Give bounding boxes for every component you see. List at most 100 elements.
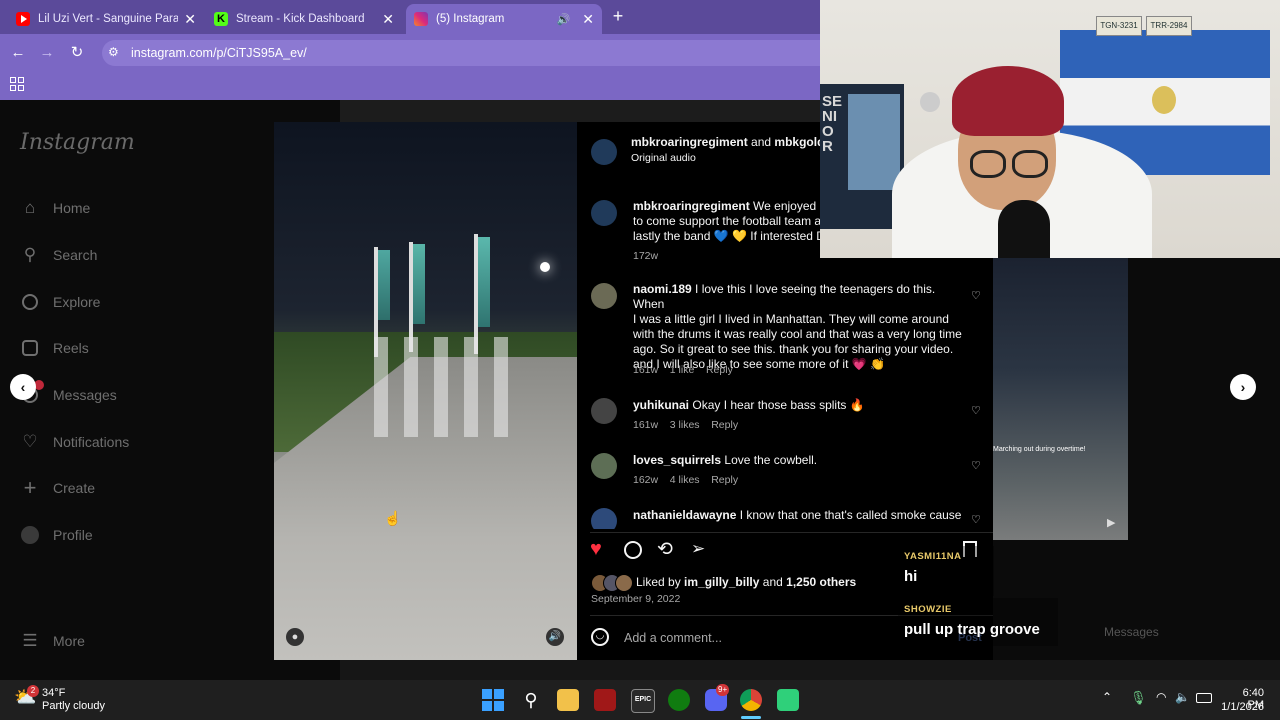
avatar[interactable] [591, 508, 617, 529]
back-arrow-icon[interactable]: ← [9, 44, 27, 62]
comment-text: ago. So it great to see this. thank you … [633, 342, 954, 356]
comment-text: Love the cowbell. [724, 453, 818, 467]
comment-input[interactable]: Add a comment... [624, 631, 722, 645]
reply-button[interactable]: Reply [711, 474, 738, 486]
comment-likes[interactable]: 4 likes [670, 474, 700, 486]
caption: mbkroaringregiment We enjoyed ev to come… [633, 199, 823, 244]
like-comment-icon[interactable]: ♡ [971, 459, 981, 472]
instagram-logo[interactable]: Instagram [20, 130, 135, 155]
comment-author[interactable]: loves_squirrels [633, 453, 721, 467]
liked-by-user[interactable]: im_gilly_billy [684, 575, 759, 589]
liked-by-prefix: Liked by [636, 575, 681, 589]
close-tab-icon[interactable]: ✕ [382, 11, 394, 28]
wifi-icon[interactable]: ◠ [1156, 690, 1166, 704]
more-label: More [53, 633, 85, 649]
tab-youtube[interactable]: Lil Uzi Vert - Sanguine Paradise ✕ [8, 4, 204, 34]
avatar[interactable] [591, 453, 617, 479]
like-comment-icon[interactable]: ♡ [971, 289, 981, 302]
avatar-icon [20, 525, 40, 545]
sidebar-item-search[interactable]: ⚲ Search [20, 243, 98, 267]
sidebar-item-label: Messages [53, 387, 117, 403]
sidebar-item-label: Create [53, 480, 96, 496]
avatar[interactable] [591, 200, 617, 226]
chevron-up-icon[interactable]: ⌃ [1102, 690, 1112, 704]
comment-likes[interactable]: 3 likes [670, 419, 700, 431]
comment-meta: 162w 4 likes Reply [633, 474, 738, 486]
sidebar-item-label: Notifications [53, 434, 130, 450]
close-tab-icon[interactable]: ✕ [184, 11, 196, 28]
site-info-icon[interactable]: ⚙ [108, 45, 122, 59]
stadium-light [540, 262, 550, 272]
liked-by-others[interactable]: 1,250 others [786, 575, 856, 589]
file-explorer-icon[interactable] [557, 689, 579, 711]
sidebar-item-create[interactable]: + Create [20, 476, 95, 500]
weather-temp[interactable]: 34°F [42, 687, 65, 699]
share-icon[interactable]: ➢ [691, 539, 705, 559]
comment-clip: nathanieldawayne I know that one that's … [577, 506, 993, 529]
reload-icon[interactable]: ↻ [68, 44, 86, 62]
game-launcher-icon[interactable] [594, 689, 616, 711]
comment-author[interactable]: yuhikunai [633, 398, 689, 412]
post-coauthor[interactable]: mbkgolds [774, 135, 821, 149]
reply-button[interactable]: Reply [706, 364, 733, 376]
background-video-caption: Marching out during overtime! [993, 446, 1086, 453]
volume-icon[interactable]: 🔈 [1175, 690, 1190, 704]
post-author[interactable]: mbkroaringregiment [631, 135, 748, 149]
sidebar-item-reels[interactable]: Reels [20, 336, 89, 360]
heart-icon: ♡ [22, 432, 38, 451]
like-comment-icon[interactable]: ♡ [971, 513, 981, 526]
tab-title: Lil Uzi Vert - Sanguine Paradise [38, 13, 179, 25]
chat-username: YASMI11NA [904, 551, 962, 562]
sidebar-item-home[interactable]: ⌂ Home [20, 196, 91, 220]
xbox-icon[interactable] [668, 689, 690, 711]
audio-label[interactable]: Original audio [631, 152, 696, 164]
tab-kick[interactable]: K Stream - Kick Dashboard ✕ [206, 4, 402, 34]
apps-grid-icon[interactable] [10, 77, 24, 91]
chrome-icon[interactable] [740, 689, 762, 711]
liked-avatars [591, 574, 633, 592]
next-post-arrow-icon[interactable]: › [1230, 374, 1256, 400]
reels-icon [20, 338, 40, 358]
comment-likes[interactable]: 1 like [670, 364, 695, 376]
speaker-icon[interactable]: 🔊 [557, 13, 571, 26]
emoji-icon[interactable]: ◡ [591, 628, 609, 646]
windows-start-icon[interactable] [482, 689, 504, 711]
comment-author[interactable]: naomi.189 [633, 282, 692, 296]
forward-arrow-icon[interactable]: → [38, 44, 56, 62]
sidebar-item-profile[interactable]: Profile [20, 523, 93, 547]
microphone-icon[interactable]: 🎙 [1130, 690, 1147, 706]
new-tab-button[interactable]: + [608, 6, 628, 27]
previous-post-arrow-icon[interactable]: ‹ [10, 374, 36, 400]
background-feed [340, 100, 820, 122]
post-video[interactable]: ● 🔊 ☝ [274, 122, 577, 660]
caption-author[interactable]: mbkroaringregiment [633, 199, 750, 213]
avatar[interactable] [591, 283, 617, 309]
comment-icon[interactable] [624, 541, 642, 559]
sidebar-item-label: Explore [53, 294, 101, 310]
streaming-app-icon[interactable] [777, 689, 799, 711]
kick-icon: K [214, 12, 228, 26]
reply-button[interactable]: Reply [711, 419, 738, 431]
sidebar-more[interactable]: ☰ More [20, 629, 85, 653]
mute-icon[interactable]: 🔊 [546, 628, 564, 646]
clock-date[interactable]: 1/1/2026 [1218, 701, 1264, 713]
comment-meta: 161w 3 likes Reply [633, 419, 738, 431]
avatar[interactable] [591, 398, 617, 424]
battery-icon[interactable] [1196, 693, 1212, 703]
liked-heart-icon[interactable]: ♥ [590, 538, 602, 561]
repost-icon[interactable]: ⟲ [657, 538, 673, 561]
tagged-user-icon[interactable]: ● [286, 628, 304, 646]
like-comment-icon[interactable]: ♡ [971, 404, 981, 417]
url-text[interactable]: instagram.com/p/CiTJS95A_ev/ [131, 46, 307, 60]
sidebar-item-notifications[interactable]: ♡ Notifications [20, 430, 129, 454]
close-tab-icon[interactable]: ✕ [582, 11, 594, 28]
comment-author[interactable]: nathanieldawayne [633, 508, 736, 522]
epic-games-icon[interactable]: EPIC [631, 689, 655, 713]
weather-desc[interactable]: Partly cloudy [42, 700, 105, 712]
sidebar-item-label: Profile [53, 527, 93, 543]
search-icon[interactable]: ⚲ [520, 689, 542, 711]
tab-instagram[interactable]: (5) Instagram 🔊 ✕ [406, 4, 602, 34]
avatar[interactable] [591, 139, 617, 165]
comment: nathanieldawayne I know that one that's … [633, 508, 963, 523]
sidebar-item-explore[interactable]: Explore [20, 290, 100, 314]
